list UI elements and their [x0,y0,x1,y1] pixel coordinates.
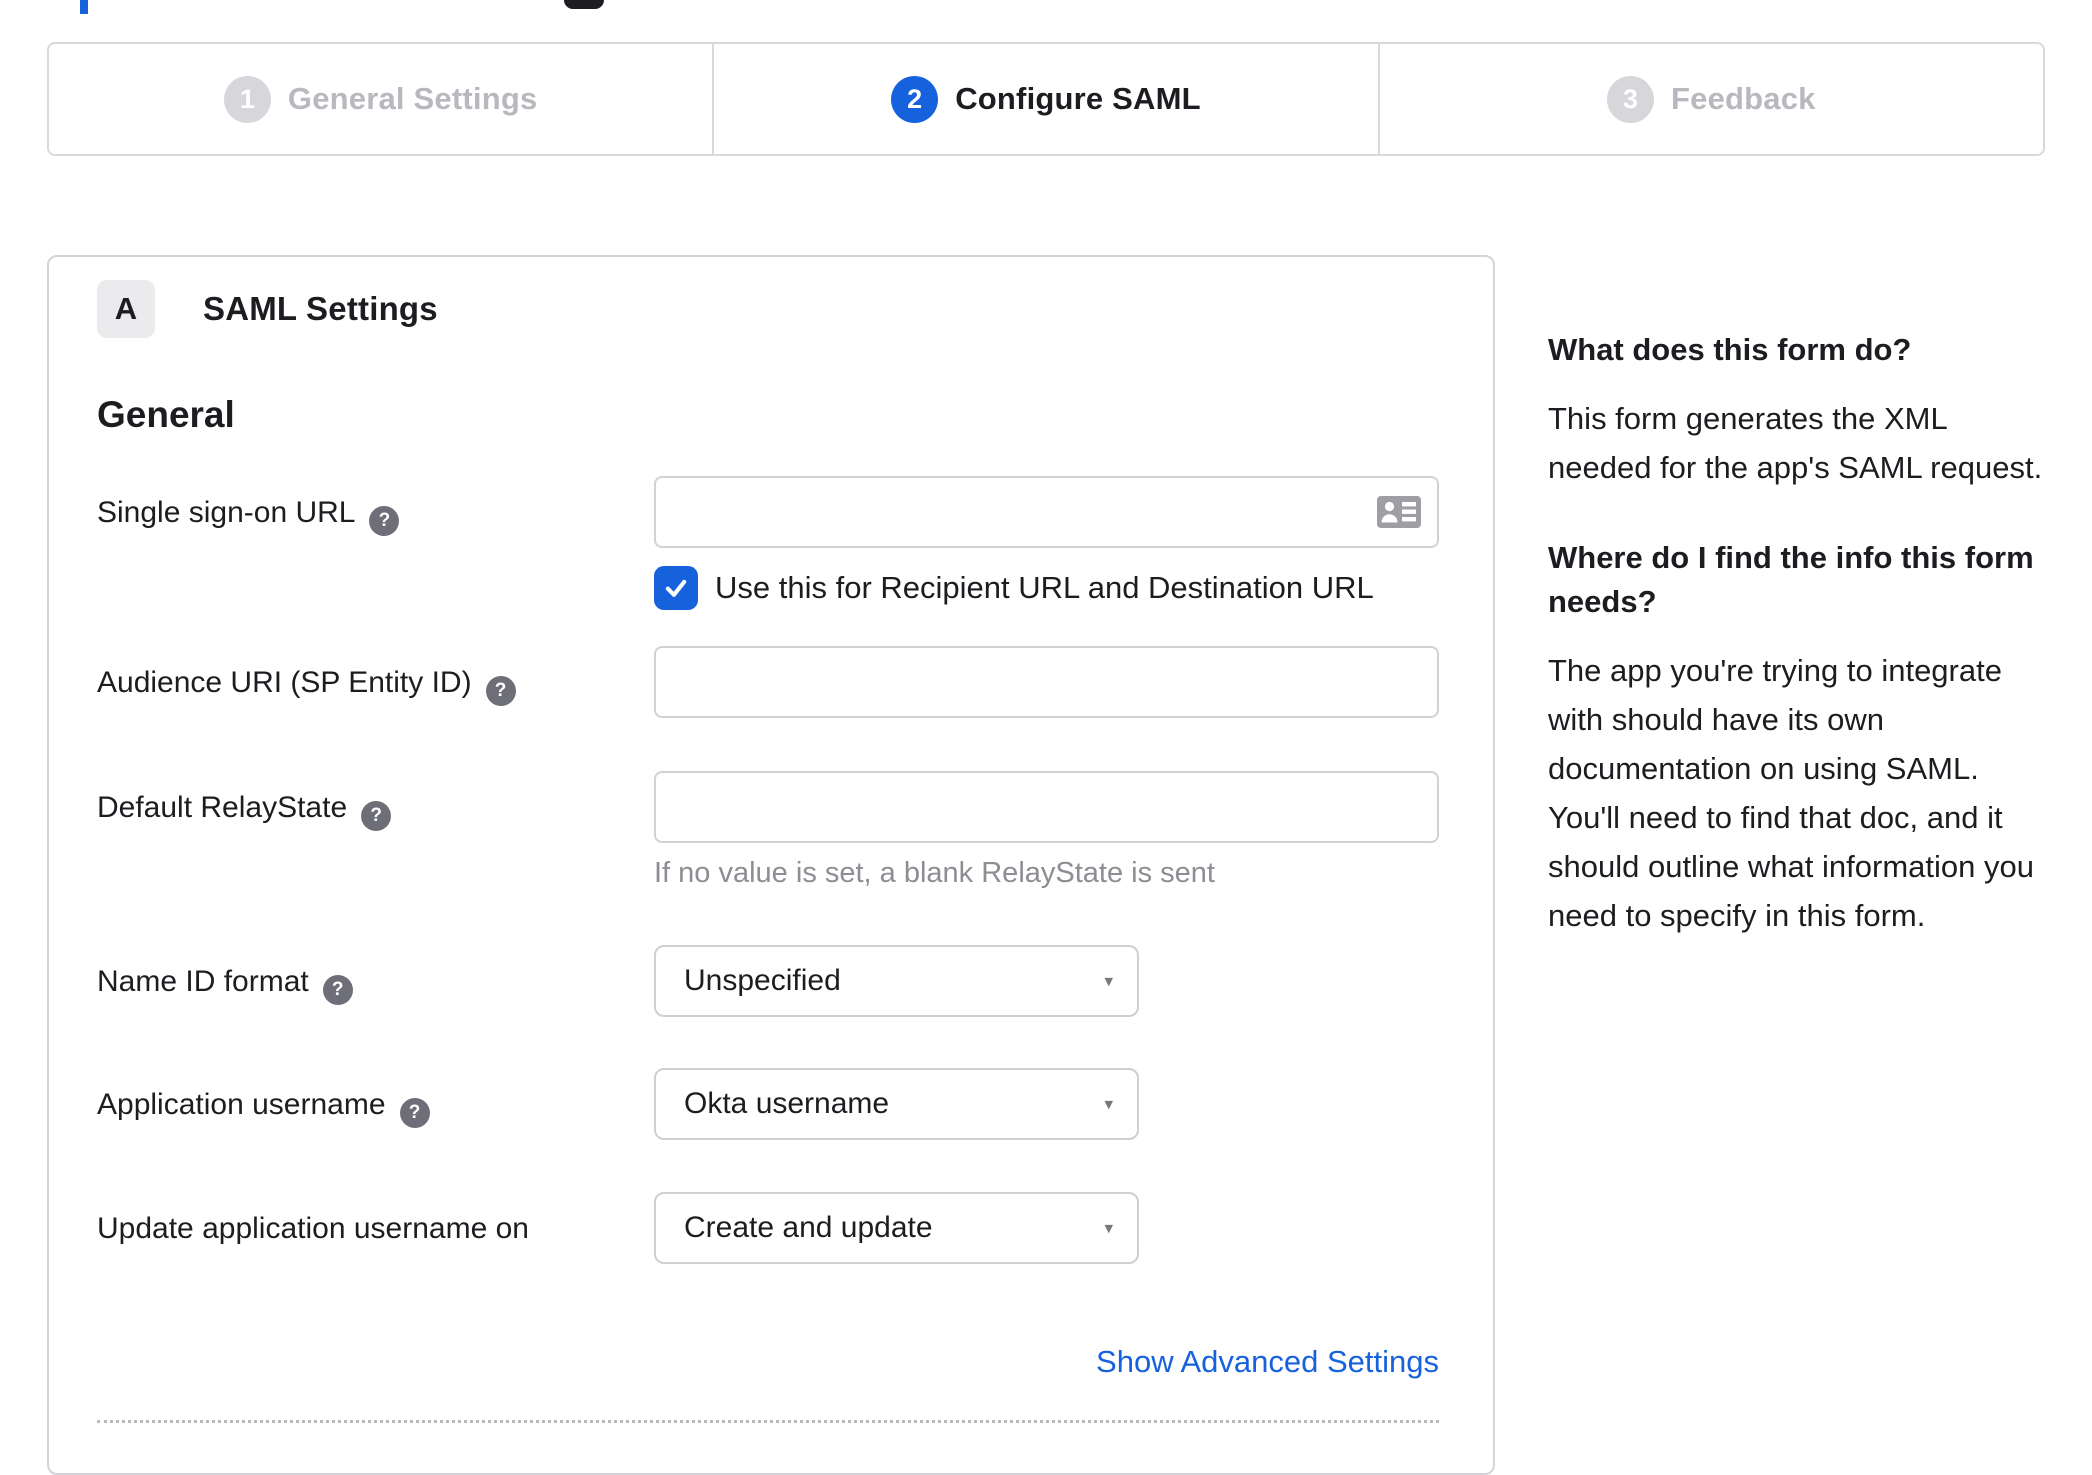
audience-label: Audience URI (SP Entity ID) [97,666,472,699]
help-question-1: What does this form do? [1548,332,1912,367]
general-heading: General [97,394,235,435]
recipient-url-checkbox[interactable] [654,566,698,610]
row-default-relaystate: Default RelayState? If no value is set, … [97,771,1439,890]
name-id-format-select[interactable]: Unspecified ▾ [654,945,1139,1017]
nameid-help-icon[interactable]: ? [322,975,353,1005]
help-question-2: Where do I find the info this form needs… [1548,540,2034,619]
step-3-number: 3 [1607,75,1654,123]
updateuser-field: Create and update ▾ [654,1192,1435,1264]
relay-label-wrap: Default RelayState? [97,771,654,890]
updateuser-label: Update application username on [97,1212,529,1245]
help-answer-2: The app you're trying to integrate with … [1548,653,2034,933]
sso-url-input[interactable] [654,476,1439,548]
step-configure-saml[interactable]: 2 Configure SAML [712,44,1377,154]
updateuser-label-wrap: Update application username on [97,1192,654,1264]
step-1-label: General Settings [287,81,538,116]
appuser-help-icon[interactable]: ? [399,1098,430,1128]
nameid-label: Name ID format [97,965,309,998]
relay-field: If no value is set, a blank RelayState i… [654,771,1439,890]
audience-help-icon[interactable]: ? [485,676,516,706]
audience-field [654,646,1439,718]
update-username-value: Create and update [684,1211,933,1244]
section-a-badge: A [97,280,155,338]
chevron-down-icon: ▾ [1104,1094,1113,1114]
chevron-down-icon: ▾ [1104,1218,1113,1238]
form-rows: Single sign-on URL? Use this for Recipie… [97,476,1439,1264]
sso-field: Use this for Recipient URL and Destinati… [654,476,1439,610]
name-id-format-value: Unspecified [684,964,841,997]
help-sidebar: What does this form do? This form genera… [1548,328,2053,940]
sso-input-wrap [654,476,1439,548]
row-update-application-username: Update application username on Create an… [97,1192,1435,1264]
nameid-field: Unspecified ▾ [654,945,1435,1017]
sso-label-wrap: Single sign-on URL? [97,476,654,610]
advanced-settings-row: Show Advanced Settings [97,1344,1439,1380]
sso-checkbox-row: Use this for Recipient URL and Destinati… [654,566,1439,610]
audience-uri-input[interactable] [654,646,1439,718]
update-username-select[interactable]: Create and update ▾ [654,1192,1139,1264]
step-2-number: 2 [891,75,939,123]
nameid-label-wrap: Name ID format? [97,945,654,1017]
step-feedback[interactable]: 3 Feedback [1377,44,2043,154]
row-application-username: Application username? Okta username ▾ [97,1068,1435,1140]
show-advanced-settings-link[interactable]: Show Advanced Settings [1096,1344,1439,1379]
checkmark-icon [665,579,687,597]
audience-label-wrap: Audience URI (SP Entity ID)? [97,646,654,718]
relaystate-hint: If no value is set, a blank RelayState i… [654,857,1215,889]
relay-help-icon[interactable]: ? [361,801,392,831]
row-audience-uri: Audience URI (SP Entity ID)? [97,646,1439,718]
appuser-label-wrap: Application username? [97,1068,654,1140]
step-general-settings[interactable]: 1 General Settings [49,44,712,154]
recipient-url-checkbox-label[interactable]: Use this for Recipient URL and Destinati… [715,570,1374,606]
row-single-sign-on-url: Single sign-on URL? Use this for Recipie… [97,476,1439,610]
wizard-stepper: 1 General Settings 2 Configure SAML 3 Fe… [47,42,2045,156]
panel-header: A SAML Settings [97,280,1435,338]
step-1-number: 1 [223,75,271,123]
saml-settings-panel: A SAML Settings General Single sign-on U… [47,255,1495,1475]
section-title: SAML Settings [203,290,438,327]
clipped-blue-accent [80,0,88,14]
step-3-label: Feedback [1671,81,1816,116]
row-name-id-format: Name ID format? Unspecified ▾ [97,945,1435,1017]
sso-label: Single sign-on URL [97,496,356,529]
step-2-label: Configure SAML [955,81,1201,116]
appuser-field: Okta username ▾ [654,1068,1435,1140]
clipped-app-logo-icon [564,0,604,9]
sso-help-icon[interactable]: ? [369,506,400,536]
default-relaystate-input[interactable] [654,771,1439,843]
application-username-select[interactable]: Okta username ▾ [654,1068,1139,1140]
help-answer-1: This form generates the XML needed for t… [1548,401,2043,485]
appuser-label: Application username [97,1088,386,1121]
section-divider [97,1420,1439,1423]
application-username-value: Okta username [684,1087,890,1120]
relay-label: Default RelayState [97,791,348,824]
chevron-down-icon: ▾ [1104,971,1113,991]
